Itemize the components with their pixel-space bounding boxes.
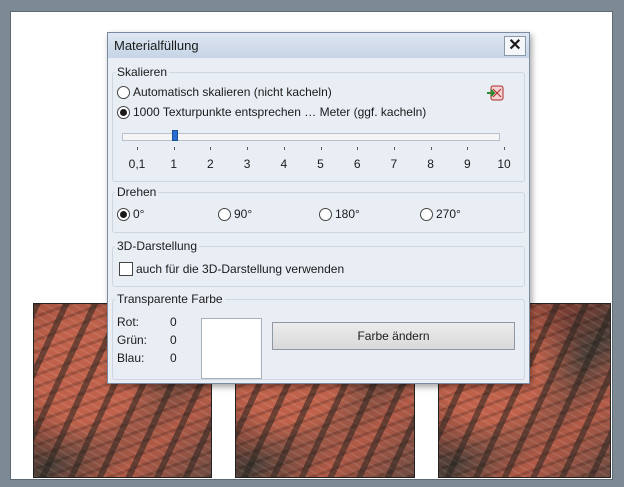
- rotate-180-radio[interactable]: [319, 207, 332, 221]
- texture-pick-icon[interactable]: [486, 83, 506, 103]
- display3d-option[interactable]: auch für die 3D-Darstellung verwenden: [119, 262, 344, 276]
- slider-tick: [504, 147, 505, 150]
- texel-scale-option[interactable]: 1000 Texturpunkte entsprechen … Meter (g…: [117, 105, 426, 119]
- rotate-180-label: 180°: [335, 207, 360, 221]
- display3d-legend: 3D-Darstellung: [115, 239, 200, 253]
- dialog-titlebar[interactable]: Materialfüllung ✕: [108, 33, 529, 58]
- slider-tick-label: 0,1: [128, 157, 146, 171]
- slider-tick-label: 1: [170, 157, 178, 171]
- rotate-180-option[interactable]: 180°: [319, 207, 360, 221]
- slider-tick: [247, 147, 249, 150]
- green-label: Grün:: [117, 333, 148, 347]
- scale-legend: Skalieren: [115, 65, 170, 79]
- rotate-90-label: 90°: [234, 207, 253, 221]
- slider-tick: [283, 147, 285, 150]
- close-icon: ✕: [508, 37, 522, 54]
- rotate-90-option[interactable]: 90°: [218, 207, 252, 221]
- red-label: Rot:: [117, 315, 140, 329]
- slider-tick: [137, 147, 138, 150]
- dialog-title: Materialfüllung: [114, 38, 199, 53]
- color-swatch: [201, 318, 262, 379]
- slider-tick-label: 8: [427, 157, 434, 171]
- rotate-270-option[interactable]: 270°: [420, 207, 461, 221]
- change-color-button[interactable]: Farbe ändern: [272, 322, 515, 350]
- red-value: 0: [170, 315, 177, 329]
- texel-scale-label: 1000 Texturpunkte entsprechen … Meter (g…: [133, 105, 427, 119]
- auto-scale-label: Automatisch skalieren (nicht kacheln): [133, 85, 332, 99]
- scale-slider-track[interactable]: [122, 133, 500, 141]
- slider-tick-label: 7: [390, 157, 398, 171]
- close-button[interactable]: ✕: [504, 36, 526, 56]
- rotate-0-radio[interactable]: [117, 207, 130, 221]
- rotate-0-label: 0°: [133, 207, 145, 221]
- slider-tick-label: 4: [280, 157, 288, 171]
- transparent-color-group: Transparente Farbe Rot: 0 Grün: 0 Blau: …: [112, 292, 525, 380]
- rotate-90-radio[interactable]: [218, 207, 231, 221]
- rotate-group: Drehen 0° 90° 180° 270°: [112, 185, 525, 233]
- blue-value: 0: [170, 351, 177, 365]
- slider-tick: [467, 147, 469, 150]
- slider-tick: [210, 147, 212, 150]
- rotate-270-radio[interactable]: [420, 207, 433, 221]
- blue-label: Blau:: [117, 351, 145, 365]
- rotate-legend: Drehen: [115, 185, 159, 199]
- auto-scale-option[interactable]: Automatisch skalieren (nicht kacheln): [117, 85, 332, 99]
- auto-scale-radio[interactable]: [117, 85, 130, 99]
- display3d-checkbox[interactable]: [119, 262, 133, 276]
- slider-tick: [357, 147, 359, 150]
- texel-scale-radio[interactable]: [117, 105, 130, 119]
- slider-tick-label: 2: [207, 157, 214, 171]
- display3d-label: auch für die 3D-Darstellung verwenden: [136, 262, 345, 276]
- materialfuellung-dialog: Materialfüllung ✕ Skalieren Automatisch …: [107, 32, 530, 384]
- display3d-group: 3D-Darstellung auch für die 3D-Darstellu…: [112, 239, 525, 287]
- green-value: 0: [170, 333, 177, 347]
- scale-slider-thumb[interactable]: [171, 130, 178, 141]
- slider-tick: [430, 147, 432, 150]
- slider-tick: [393, 147, 395, 150]
- slider-tick-label: 6: [353, 157, 361, 171]
- slider-tick-label: 10: [497, 157, 511, 171]
- rotate-270-label: 270°: [436, 207, 461, 221]
- slider-tick-label: 9: [463, 157, 471, 171]
- rotate-0-option[interactable]: 0°: [117, 207, 144, 221]
- transparent-legend: Transparente Farbe: [115, 292, 225, 306]
- slider-tick-label: 5: [317, 157, 324, 171]
- slider-tick: [173, 147, 175, 150]
- slider-tick-label: 3: [243, 157, 251, 171]
- slider-tick: [320, 147, 322, 150]
